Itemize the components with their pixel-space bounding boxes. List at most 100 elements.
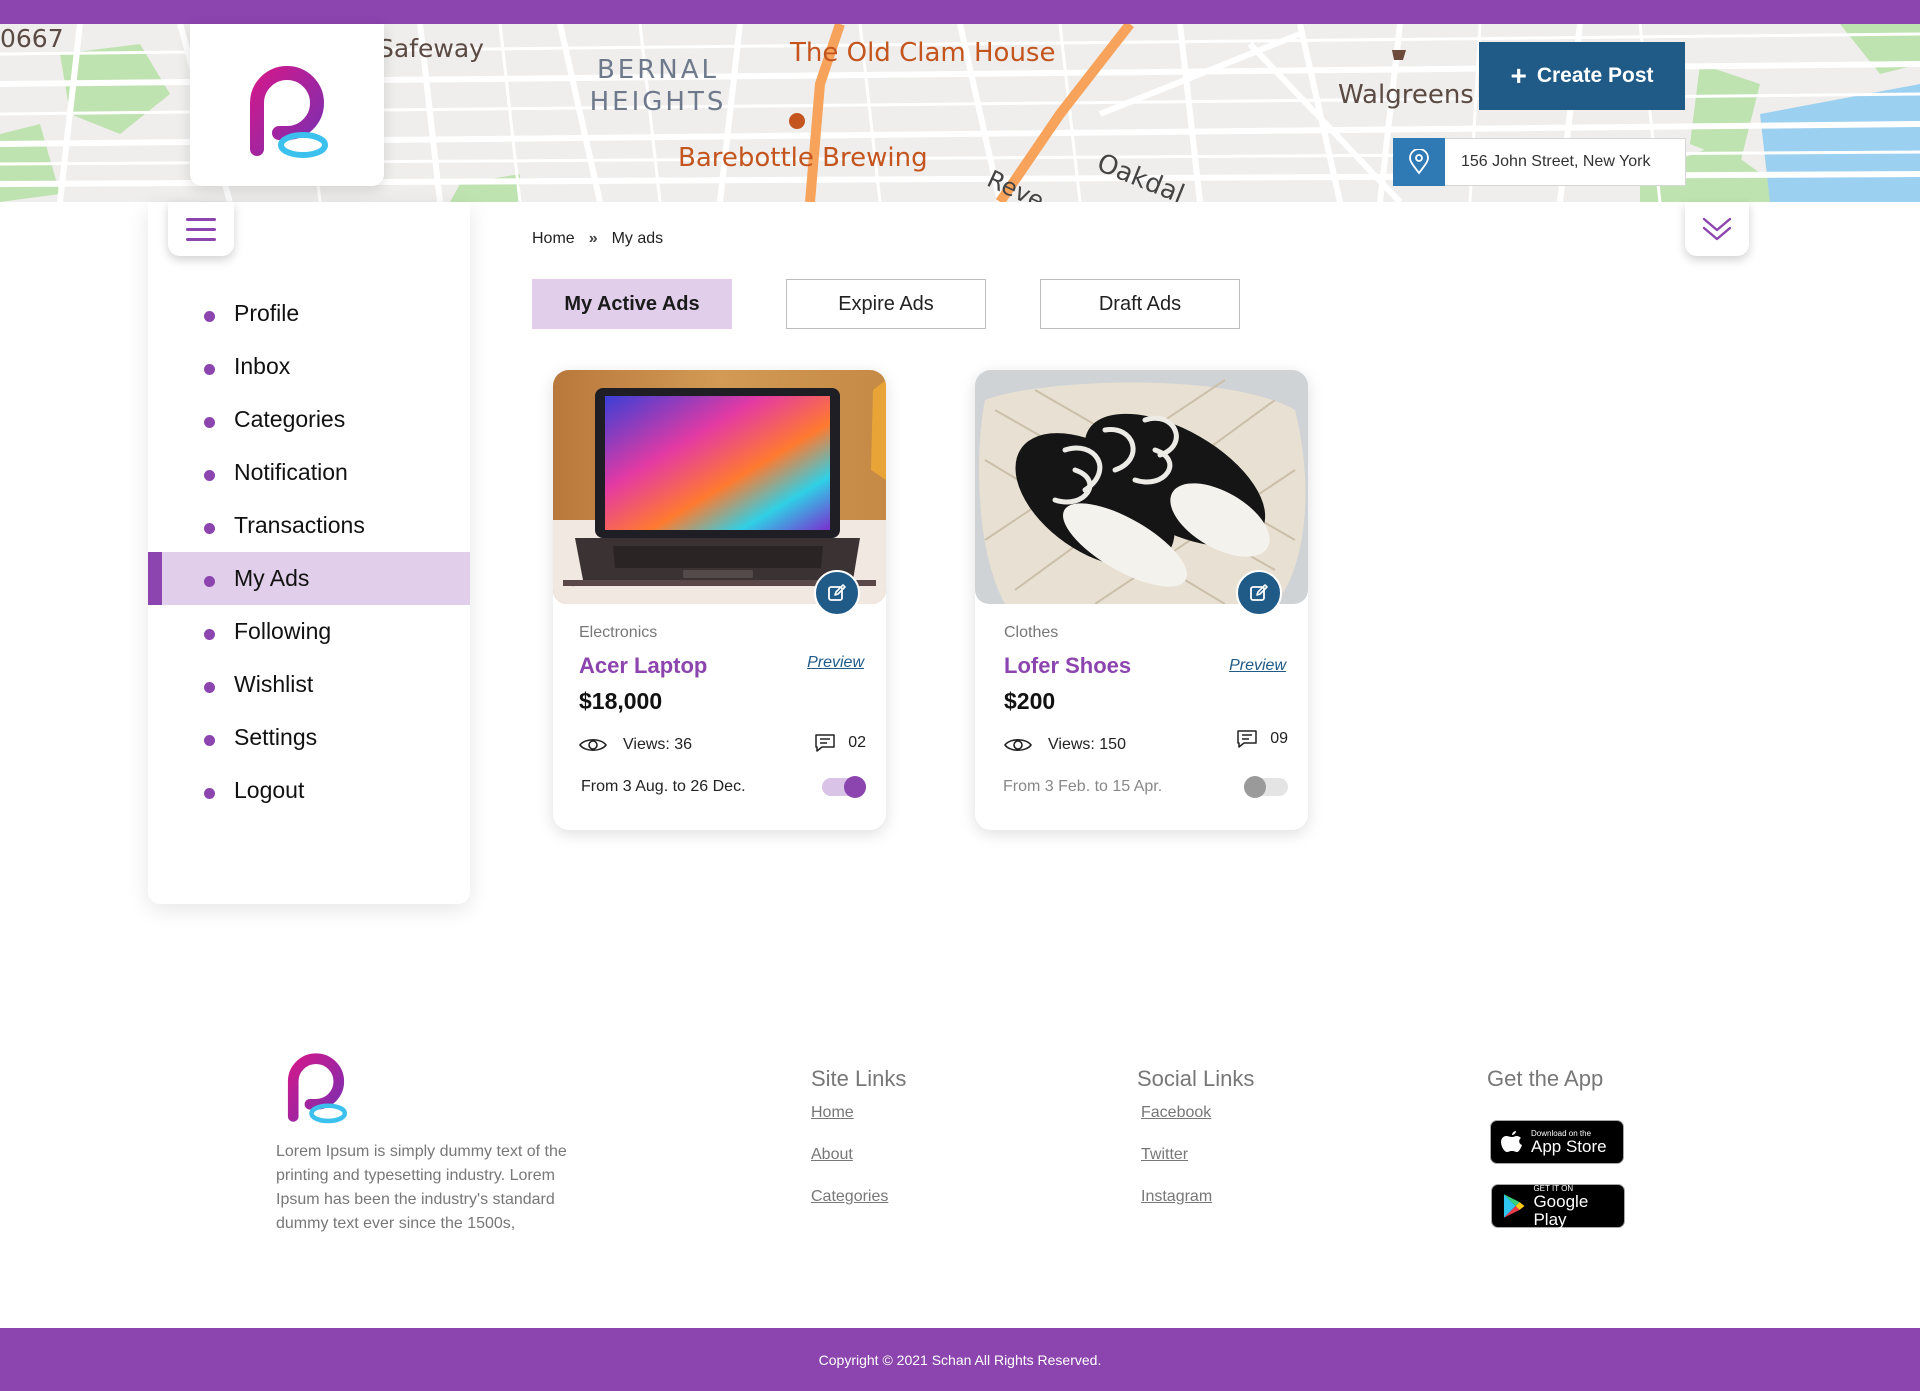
ad-category: Electronics: [579, 624, 658, 641]
bullet-icon: [204, 364, 215, 375]
footer-app-title: Get the App: [1487, 1066, 1604, 1091]
ad-image-shoes: [975, 370, 1308, 604]
map-label-walgreens: Walgreens: [1338, 80, 1474, 110]
sidebar-item-categories[interactable]: Categories: [148, 393, 470, 446]
map-label-number: 0667: [0, 24, 64, 53]
ad-views: Views: 36: [579, 736, 692, 754]
apple-icon: [1501, 1131, 1522, 1152]
footer-link-instagram[interactable]: Instagram: [1141, 1188, 1254, 1206]
ad-preview-link[interactable]: Preview: [807, 654, 864, 672]
bullet-icon: [204, 470, 215, 481]
location-pin-icon: [1393, 138, 1445, 186]
breadcrumb-home[interactable]: Home: [532, 230, 575, 248]
map-label-bernal-heights: BERNAL HEIGHTS: [589, 55, 727, 117]
footer-link-twitter[interactable]: Twitter: [1141, 1146, 1254, 1164]
sidebar-menu: Profile Inbox Categories Notification Tr…: [148, 287, 470, 817]
location-field[interactable]: 156 John Street, New York: [1393, 138, 1686, 186]
plus-icon: +: [1510, 60, 1527, 91]
footer-link-categories[interactable]: Categories: [811, 1188, 906, 1206]
app-store-button[interactable]: Download on the App Store: [1490, 1120, 1624, 1164]
map-label-old-clam-house: The Old Clam House: [790, 38, 1056, 68]
ads-tabs: My Active Ads Expire Ads Draft Ads: [532, 279, 1240, 329]
footer-social-links-title: Social Links: [1137, 1066, 1255, 1091]
footer-bar: Copyright © 2021 Schan All Rights Reserv…: [0, 1328, 1920, 1391]
ad-views: Views: 150: [1004, 736, 1126, 754]
bullet-icon: [204, 629, 215, 640]
ad-preview-link[interactable]: Preview: [1229, 657, 1286, 675]
bullet-icon: [204, 576, 215, 587]
sidebar-item-logout[interactable]: Logout: [148, 764, 470, 817]
sidebar-item-label: Categories: [234, 406, 346, 432]
sidebar-item-label: Settings: [234, 724, 318, 750]
logo-icon: [287, 1053, 348, 1124]
sidebar-item-profile[interactable]: Profile: [148, 287, 470, 340]
sidebar-item-notification[interactable]: Notification: [148, 446, 470, 499]
bullet-icon: [204, 735, 215, 746]
double-chevron-down-icon: [1702, 217, 1732, 241]
footer-social-links: Social Links Facebook Twitter Instagram: [1137, 1066, 1254, 1230]
tab-draft-ads[interactable]: Draft Ads: [1040, 279, 1240, 329]
footer-link-about[interactable]: About: [811, 1146, 906, 1164]
footer-link-facebook[interactable]: Facebook: [1141, 1104, 1254, 1122]
ad-card[interactable]: Electronics Acer Laptop Preview $18,000 …: [553, 370, 886, 830]
footer-link-home[interactable]: Home: [811, 1104, 906, 1122]
hamburger-icon-line: [186, 217, 216, 221]
ad-views-count: Views: 36: [623, 736, 693, 753]
sidebar-item-label: Profile: [234, 300, 300, 326]
create-post-label: Create Post: [1536, 64, 1654, 87]
menu-toggle-button[interactable]: [168, 202, 234, 256]
expand-toggle-button[interactable]: [1685, 202, 1749, 256]
top-bar: [0, 0, 1920, 24]
google-play-button[interactable]: GET IT ON Google Play: [1491, 1184, 1625, 1228]
hamburger-icon-line: [186, 227, 216, 231]
sidebar-item-label: Logout: [234, 777, 305, 803]
edit-ad-button[interactable]: [814, 570, 860, 616]
edit-icon: [1250, 584, 1268, 601]
sidebar-item-inbox[interactable]: Inbox: [148, 340, 470, 393]
eye-icon: [579, 738, 607, 752]
comment-icon: [1237, 730, 1257, 748]
ad-category: Clothes: [1004, 624, 1059, 641]
ad-price: $200: [1004, 688, 1056, 714]
toggle-knob: [844, 776, 866, 798]
sidebar-item-wishlist[interactable]: Wishlist: [148, 658, 470, 711]
footer-about-text: Lorem Ipsum is simply dummy text of the …: [276, 1143, 567, 1232]
ad-active-toggle[interactable]: [822, 776, 866, 798]
footer-site-links-title: Site Links: [811, 1066, 907, 1091]
eye-icon: [1004, 738, 1032, 752]
footer-get-app: Get the App: [1487, 1066, 1603, 1104]
logo-icon: [250, 66, 328, 158]
map-label-barebottle: Barebottle Brewing: [678, 143, 928, 173]
ad-comments-count: 02: [848, 734, 866, 751]
sidebar-item-transactions[interactable]: Transactions: [148, 499, 470, 552]
ad-title[interactable]: Lofer Shoes: [1004, 653, 1131, 679]
ad-card[interactable]: Clothes Lofer Shoes Preview $200 Views: …: [975, 370, 1308, 830]
site-logo[interactable]: [190, 24, 384, 186]
tab-expire-ads[interactable]: Expire Ads: [786, 279, 986, 329]
ad-title[interactable]: Acer Laptop: [579, 653, 707, 679]
google-play-icon: [1503, 1194, 1525, 1218]
bullet-icon: [204, 523, 215, 534]
sidebar-item-label: Inbox: [234, 353, 291, 379]
copyright-text: Copyright © 2021 Schan All Rights Reserv…: [818, 1351, 1102, 1368]
ad-comments: 09: [1236, 729, 1288, 749]
footer-logo[interactable]: [276, 1042, 356, 1129]
ad-active-toggle[interactable]: [1244, 776, 1288, 798]
bullet-icon: [204, 417, 215, 428]
create-post-button[interactable]: + Create Post: [1479, 42, 1685, 110]
sidebar-item-my-ads[interactable]: My Ads: [148, 552, 470, 605]
ad-comments-count: 09: [1270, 730, 1288, 747]
sidebar-item-following[interactable]: Following: [148, 605, 470, 658]
tab-my-active-ads[interactable]: My Active Ads: [532, 279, 732, 329]
sidebar-item-settings[interactable]: Settings: [148, 711, 470, 764]
edit-ad-button[interactable]: [1236, 570, 1282, 616]
ad-views-count: Views: 150: [1048, 736, 1126, 753]
ad-dates: From 3 Feb. to 15 Apr.: [1003, 778, 1163, 795]
sidebar-item-label: Transactions: [234, 512, 365, 538]
hamburger-icon-line: [186, 237, 216, 241]
comment-icon: [815, 734, 835, 752]
footer-site-links: Site Links Home About Categories: [811, 1066, 906, 1230]
sidebar-item-label: My Ads: [234, 565, 310, 591]
bullet-icon: [204, 682, 215, 693]
ad-comments: 02: [814, 733, 866, 753]
